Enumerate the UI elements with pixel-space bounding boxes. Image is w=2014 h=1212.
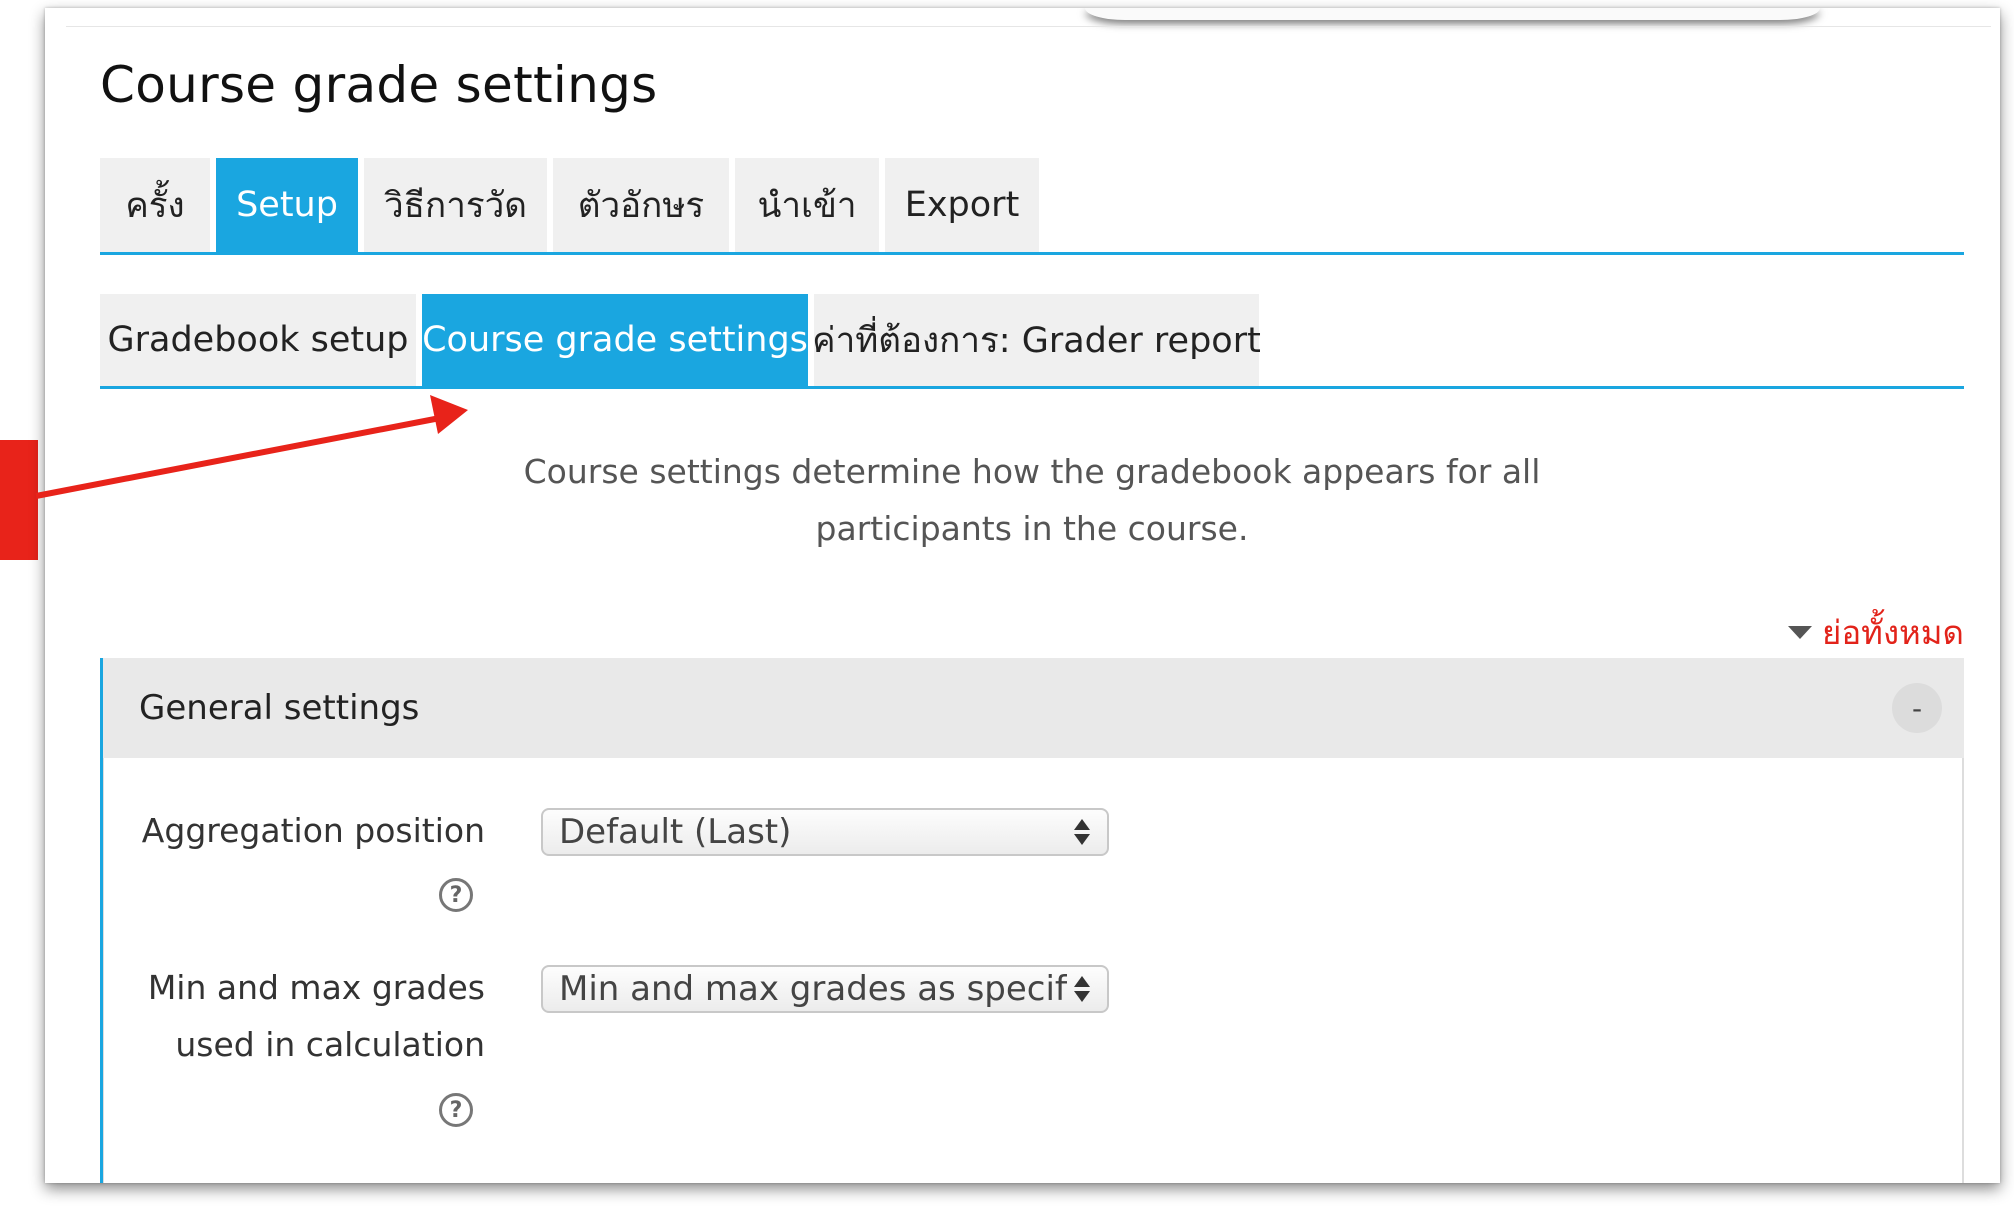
intro-text: Course settings determine how the gradeb… bbox=[100, 443, 1964, 557]
page-card: Course grade settings ครั้ง Setup วิธีกา… bbox=[45, 8, 2000, 1183]
min-max-grades-select[interactable]: Min and max grades as specified bbox=[541, 965, 1109, 1013]
tab-gradebook-setup[interactable]: Gradebook setup bbox=[100, 294, 416, 386]
select-arrows-icon bbox=[1067, 810, 1097, 854]
intro-line: Course settings determine how the gradeb… bbox=[523, 452, 1541, 491]
collapse-toggle-button[interactable]: - bbox=[1892, 683, 1942, 733]
section-header[interactable]: General settings - bbox=[103, 658, 1964, 758]
collapse-all-label: ย่อทั้งหมด bbox=[1822, 613, 1964, 652]
intro-line: participants in the course. bbox=[815, 509, 1249, 548]
window-edge bbox=[1085, 8, 1820, 20]
select-arrows-icon bbox=[1067, 967, 1097, 1011]
min-max-grades-label: Min and max grades used in calculation bbox=[125, 959, 485, 1073]
collapse-all-link[interactable]: ย่อทั้งหมด bbox=[1788, 606, 1964, 659]
aggregation-position-label: Aggregation position bbox=[141, 811, 485, 850]
tab-measurement[interactable]: วิธีการวัด bbox=[364, 158, 547, 252]
tab-grader-report-preferences[interactable]: ค่าที่ต้องการ: Grader report bbox=[812, 294, 1261, 386]
caret-down-icon bbox=[1788, 626, 1813, 639]
tab-letters[interactable]: ตัวอักษร bbox=[553, 158, 729, 252]
select-value: Min and max grades as specified bbox=[559, 969, 1067, 1009]
secondary-tabs: Gradebook setup Course grade settings ค่… bbox=[100, 294, 1964, 389]
primary-tabs: ครั้ง Setup วิธีการวัด ตัวอักษร นำเข้า E… bbox=[100, 158, 1964, 255]
annotation-marker bbox=[0, 440, 38, 560]
label-line: used in calculation bbox=[175, 1025, 485, 1064]
help-icon[interactable]: ? bbox=[439, 1093, 473, 1127]
tab-import[interactable]: นำเข้า bbox=[735, 158, 879, 252]
select-value: Default (Last) bbox=[559, 812, 792, 852]
label-line: Min and max grades bbox=[147, 968, 485, 1007]
general-settings-section: General settings - Aggregation position … bbox=[100, 658, 1967, 1183]
tab-times[interactable]: ครั้ง bbox=[100, 158, 210, 252]
help-icon[interactable]: ? bbox=[439, 878, 473, 912]
section-title: General settings bbox=[139, 688, 420, 728]
section-body: Aggregation position ? Default (Last) Mi… bbox=[103, 758, 1964, 1183]
page-title: Course grade settings bbox=[100, 56, 658, 114]
tab-export[interactable]: Export bbox=[885, 158, 1039, 252]
tab-course-grade-settings[interactable]: Course grade settings bbox=[422, 294, 808, 386]
divider bbox=[66, 26, 1991, 27]
tab-setup[interactable]: Setup bbox=[216, 158, 358, 252]
aggregation-position-select[interactable]: Default (Last) bbox=[541, 808, 1109, 856]
